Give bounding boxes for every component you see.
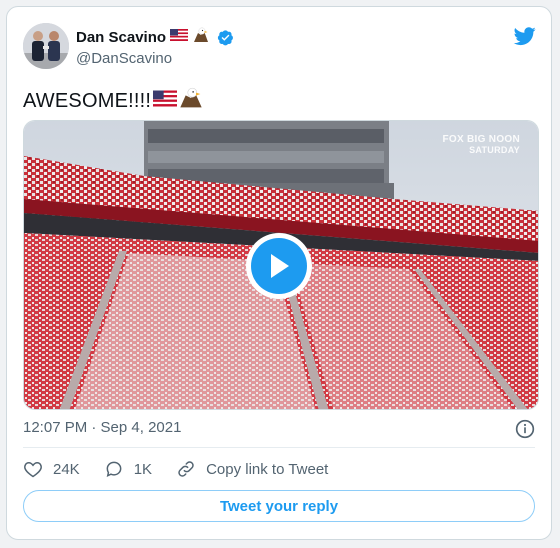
tweet-video[interactable]: FOX BIG NOON SATURDAY [23,120,539,410]
copy-link-button[interactable]: Copy link to Tweet [176,459,328,479]
broadcast-watermark: FOX BIG NOON SATURDAY [442,134,521,156]
twitter-bird-icon[interactable] [513,25,537,47]
tweet-body-text: AWESOME!!!! [23,89,152,112]
reply-count: 1K [133,460,153,478]
tweet-actions: 24K 1K Copy link to Tweet [23,458,352,480]
reply-action[interactable]: 1K [104,459,152,479]
watermark-line1: FOX BIG NOON [442,134,520,145]
tweet-card: Dan Scavino @DanScavino AWESOME!!!! FOX … [6,6,552,540]
tweet-text: AWESOME!!!! [23,87,203,115]
author-avatar[interactable] [23,23,69,69]
author-display-name[interactable]: Dan Scavino [76,29,166,46]
us-flag-emoji [153,90,178,113]
copy-link-label: Copy link to Tweet [206,460,329,478]
tweet-reply-button[interactable]: Tweet your reply [23,490,535,522]
author-name-row: Dan Scavino [76,27,234,47]
us-flag-emoji [170,28,189,46]
author-handle[interactable]: @DanScavino [76,50,172,67]
speech-bubble-icon [106,461,122,478]
watermark-line2: SATURDAY [469,145,520,155]
like-count: 24K [53,460,80,478]
eagle-emoji [179,87,203,115]
play-icon [271,254,289,278]
verified-badge-icon [217,29,234,46]
play-button[interactable] [246,233,312,299]
play-button-inner [251,238,307,294]
like-button[interactable]: 24K [23,459,80,479]
link-icon [178,461,194,477]
eagle-emoji [192,27,210,48]
heart-icon [24,461,42,478]
info-icon[interactable] [515,419,535,439]
divider [23,447,535,448]
tweet-timestamp[interactable]: 12:07 PM · Sep 4, 2021 [23,419,181,436]
